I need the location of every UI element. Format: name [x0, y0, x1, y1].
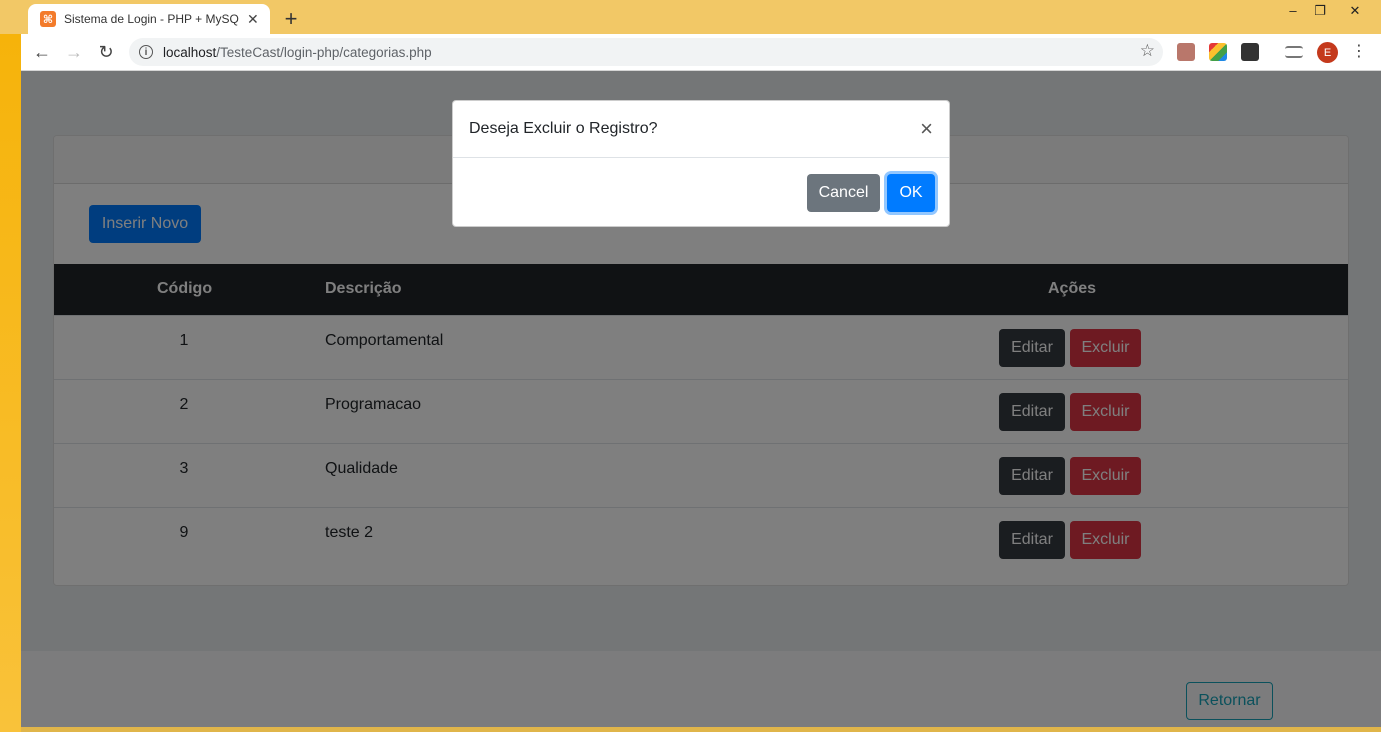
- close-icon[interactable]: ×: [920, 118, 933, 140]
- url-path: /TesteCast/login-php/categorias.php: [216, 44, 432, 60]
- tab-close-icon[interactable]: ✕: [247, 11, 259, 28]
- minimize-button[interactable]: ‒: [1278, 0, 1308, 22]
- browser-tab[interactable]: ⌘ Sistema de Login - PHP + MySQL ✕: [28, 4, 270, 34]
- new-tab-button[interactable]: +: [281, 6, 301, 32]
- desktop-edge: [0, 34, 21, 732]
- reload-icon[interactable]: ↻: [95, 41, 117, 63]
- extension-icon[interactable]: [1241, 43, 1259, 61]
- url-text: localhost/TesteCast/login-php/categorias…: [163, 45, 432, 60]
- modal-header: Deseja Excluir o Registro? ×: [453, 101, 949, 158]
- media-icon[interactable]: [1285, 46, 1303, 58]
- address-bar[interactable]: i localhost/TesteCast/login-php/categori…: [129, 38, 1163, 66]
- browser-toolbar: ← → ↻ i localhost/TesteCast/login-php/ca…: [21, 34, 1381, 71]
- modal-title: Deseja Excluir o Registro?: [469, 120, 658, 137]
- profile-avatar[interactable]: E: [1317, 42, 1338, 63]
- forward-arrow-icon[interactable]: →: [63, 41, 85, 63]
- taskbar-strip: [21, 727, 1381, 732]
- url-host: localhost: [163, 44, 217, 60]
- back-arrow-icon[interactable]: ←: [31, 41, 53, 63]
- xampp-favicon-icon: ⌘: [40, 11, 56, 27]
- maximize-button[interactable]: ❐: [1305, 0, 1335, 22]
- color-extension-icon[interactable]: [1209, 43, 1227, 61]
- page-viewport: Inserir Novo Código Descrição Ações 1 Co…: [21, 71, 1381, 732]
- ok-button[interactable]: OK: [887, 174, 935, 212]
- confirm-delete-modal: Deseja Excluir o Registro? × Cancel OK: [452, 100, 950, 227]
- cancel-button[interactable]: Cancel: [807, 174, 880, 212]
- tab-title: Sistema de Login - PHP + MySQL: [64, 12, 239, 26]
- info-icon[interactable]: i: [139, 45, 153, 59]
- pdf-extension-icon[interactable]: [1177, 43, 1195, 61]
- close-window-button[interactable]: ✕: [1340, 0, 1370, 22]
- menu-kebab-icon[interactable]: ⋮: [1351, 41, 1367, 61]
- bookmark-star-icon[interactable]: ☆: [1140, 41, 1155, 61]
